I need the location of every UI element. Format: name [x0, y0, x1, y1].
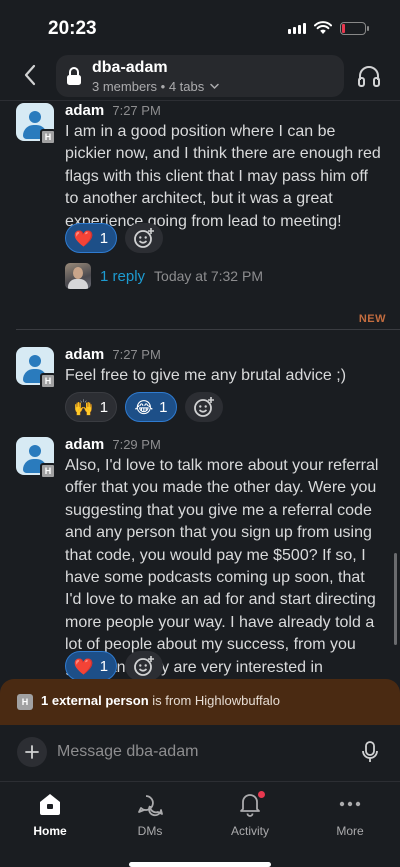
bell-icon-wrap [236, 790, 265, 818]
external-banner-text: 1 external person is from Highlowbuffalo [41, 693, 280, 708]
add-emoji-icon [134, 656, 154, 676]
message-header: adam 7:27 PM [65, 346, 161, 363]
message-time: 7:27 PM [112, 103, 161, 118]
message-author[interactable]: adam [65, 436, 104, 453]
reaction-count: 1 [159, 398, 168, 416]
add-reaction-button[interactable] [125, 223, 163, 253]
reply-avatar [65, 263, 91, 289]
external-badge: H [40, 129, 56, 145]
avatar[interactable]: H [16, 347, 56, 389]
battery-icon [340, 21, 369, 35]
cellular-signal-icon [288, 22, 306, 34]
tab-label: DMs [137, 824, 163, 838]
reaction-heart[interactable]: ❤️ 1 [65, 651, 117, 679]
avatar[interactable]: H [16, 103, 56, 145]
reaction-count: 1 [99, 657, 109, 675]
tab-dms[interactable]: DMs [110, 790, 190, 842]
status-time: 20:23 [48, 18, 97, 39]
raised-hands-emoji: 🙌 [73, 397, 94, 417]
more-icon [339, 801, 361, 807]
reaction-count: 1 [99, 229, 109, 247]
members-count: 3 members [92, 79, 158, 94]
add-emoji-icon [134, 228, 154, 248]
message-text: Feel free to give me any brutal advice ;… [65, 367, 347, 384]
back-chevron-icon[interactable] [18, 60, 42, 90]
bullet-separator: • [160, 79, 169, 94]
status-bar: 20:23 [0, 0, 400, 52]
message-time: 7:27 PM [112, 347, 161, 362]
reaction-raised-hands[interactable]: 🙌 1 [65, 392, 117, 422]
bottom-tab-bar: Home DMs Activity More [0, 781, 400, 867]
tab-label: More [336, 824, 364, 838]
tabs-count: 4 tabs [168, 79, 205, 94]
add-emoji-icon [194, 397, 214, 417]
message-author[interactable]: adam [65, 346, 104, 363]
tab-label: Activity [230, 824, 269, 838]
tab-home[interactable]: Home [10, 790, 90, 842]
attach-button[interactable] [17, 737, 47, 767]
status-icons [288, 21, 369, 35]
microphone-icon[interactable] [358, 739, 382, 765]
channel-subtitle: 3 members • 4 tabs [92, 79, 219, 94]
external-badge: H [40, 373, 56, 389]
reaction-joy[interactable]: 😂 1 [125, 392, 177, 422]
chevron-down-icon [210, 83, 219, 90]
dms-icon [138, 795, 163, 817]
tab-label: Home [33, 824, 67, 838]
wifi-icon [314, 21, 332, 34]
heart-emoji: ❤️ [73, 228, 94, 248]
headphones-icon[interactable] [356, 63, 382, 89]
add-reaction-button[interactable] [185, 392, 223, 422]
new-messages-divider [16, 329, 400, 330]
joy-emoji: 😂 [134, 397, 154, 417]
message-time: 7:29 PM [112, 437, 161, 452]
scrollbar[interactable] [394, 553, 397, 645]
notification-dot [258, 791, 265, 798]
home-indicator [129, 862, 271, 867]
external-count: 1 external person [41, 693, 149, 708]
external-org: is from Highlowbuffalo [148, 693, 280, 708]
external-badge: H [40, 463, 56, 479]
message-composer [0, 725, 400, 781]
heart-emoji: ❤️ [73, 656, 94, 676]
reaction-count: 1 [99, 398, 109, 416]
message-author[interactable]: adam [65, 102, 104, 119]
tab-more[interactable]: More [310, 790, 390, 842]
message-text: I am in a good position where I can be p… [65, 123, 381, 230]
channel-title-button[interactable]: dba-adam 3 members • 4 tabs [56, 55, 344, 97]
message-input[interactable] [57, 741, 337, 763]
reply-count-link[interactable]: 1 reply [100, 268, 145, 285]
composer-box [10, 733, 390, 771]
message-text: Also, I'd love to talk more about your r… [65, 457, 379, 676]
plus-icon [25, 745, 39, 759]
reaction-heart[interactable]: ❤️ 1 [65, 223, 117, 253]
external-badge: H [17, 694, 33, 710]
lock-icon [67, 67, 81, 85]
channel-header: dba-adam 3 members • 4 tabs [0, 52, 400, 100]
thread-replies[interactable]: 1 reply Today at 7:32 PM [65, 263, 263, 289]
reply-time: Today at 7:32 PM [154, 268, 263, 284]
channel-name: dba-adam [92, 59, 168, 76]
new-messages-label: NEW [358, 313, 386, 325]
message-list[interactable]: H adam 7:27 PM I am in a good position w… [0, 101, 400, 679]
message-header: adam 7:27 PM [65, 102, 161, 119]
tab-activity[interactable]: Activity [210, 790, 290, 842]
home-icon [40, 794, 60, 815]
avatar[interactable]: H [16, 437, 56, 479]
add-reaction-button[interactable] [125, 651, 163, 679]
message-header: adam 7:29 PM [65, 436, 161, 453]
external-people-banner[interactable]: H 1 external person is from Highlowbuffa… [0, 679, 400, 725]
